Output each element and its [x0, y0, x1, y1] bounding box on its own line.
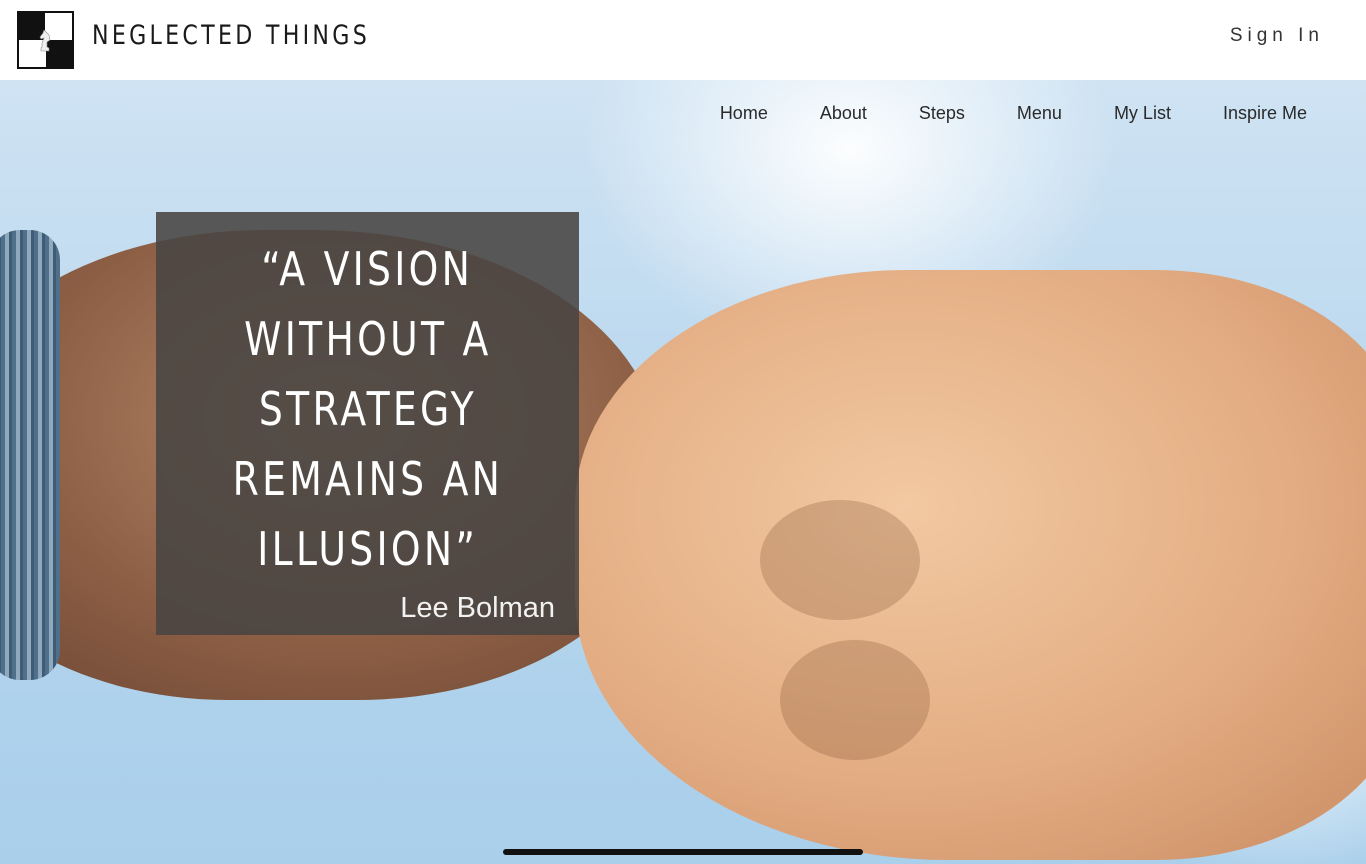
logo[interactable] [17, 11, 74, 69]
main-nav: Home About Steps Menu My List Inspire Me [720, 103, 1307, 124]
nav-menu[interactable]: Menu [1017, 103, 1062, 124]
nav-my-list[interactable]: My List [1114, 103, 1171, 124]
brand-title[interactable]: NEGLECTED THINGS [92, 20, 370, 51]
nav-home[interactable]: Home [720, 103, 768, 124]
sign-in-link[interactable]: Sign In [1230, 25, 1324, 47]
quote-line: REMAINS AN [232, 452, 503, 506]
nav-about[interactable]: About [820, 103, 867, 124]
nav-inspire-me[interactable]: Inspire Me [1223, 103, 1307, 124]
quote-line: ILLUSION” [257, 522, 478, 576]
home-indicator[interactable] [503, 849, 863, 855]
hero-image-knuckle [760, 500, 920, 620]
hero-image-right-fist [575, 270, 1366, 860]
header-bar: NEGLECTED THINGS Sign In [0, 0, 1366, 80]
quote-text: “A VISION WITHOUT A STRATEGY REMAINS AN … [156, 234, 579, 584]
quote-line: STRATEGY [258, 382, 477, 436]
chess-knight-icon [39, 29, 51, 52]
quote-line: WITHOUT A [243, 312, 492, 366]
quote-author: Lee Bolman [400, 592, 555, 624]
hero-image-sleeve [0, 230, 60, 680]
quote-card: “A VISION WITHOUT A STRATEGY REMAINS AN … [156, 212, 579, 635]
nav-steps[interactable]: Steps [919, 103, 965, 124]
hero-image-knuckle [780, 640, 930, 760]
quote-line: “A VISION [261, 242, 474, 296]
